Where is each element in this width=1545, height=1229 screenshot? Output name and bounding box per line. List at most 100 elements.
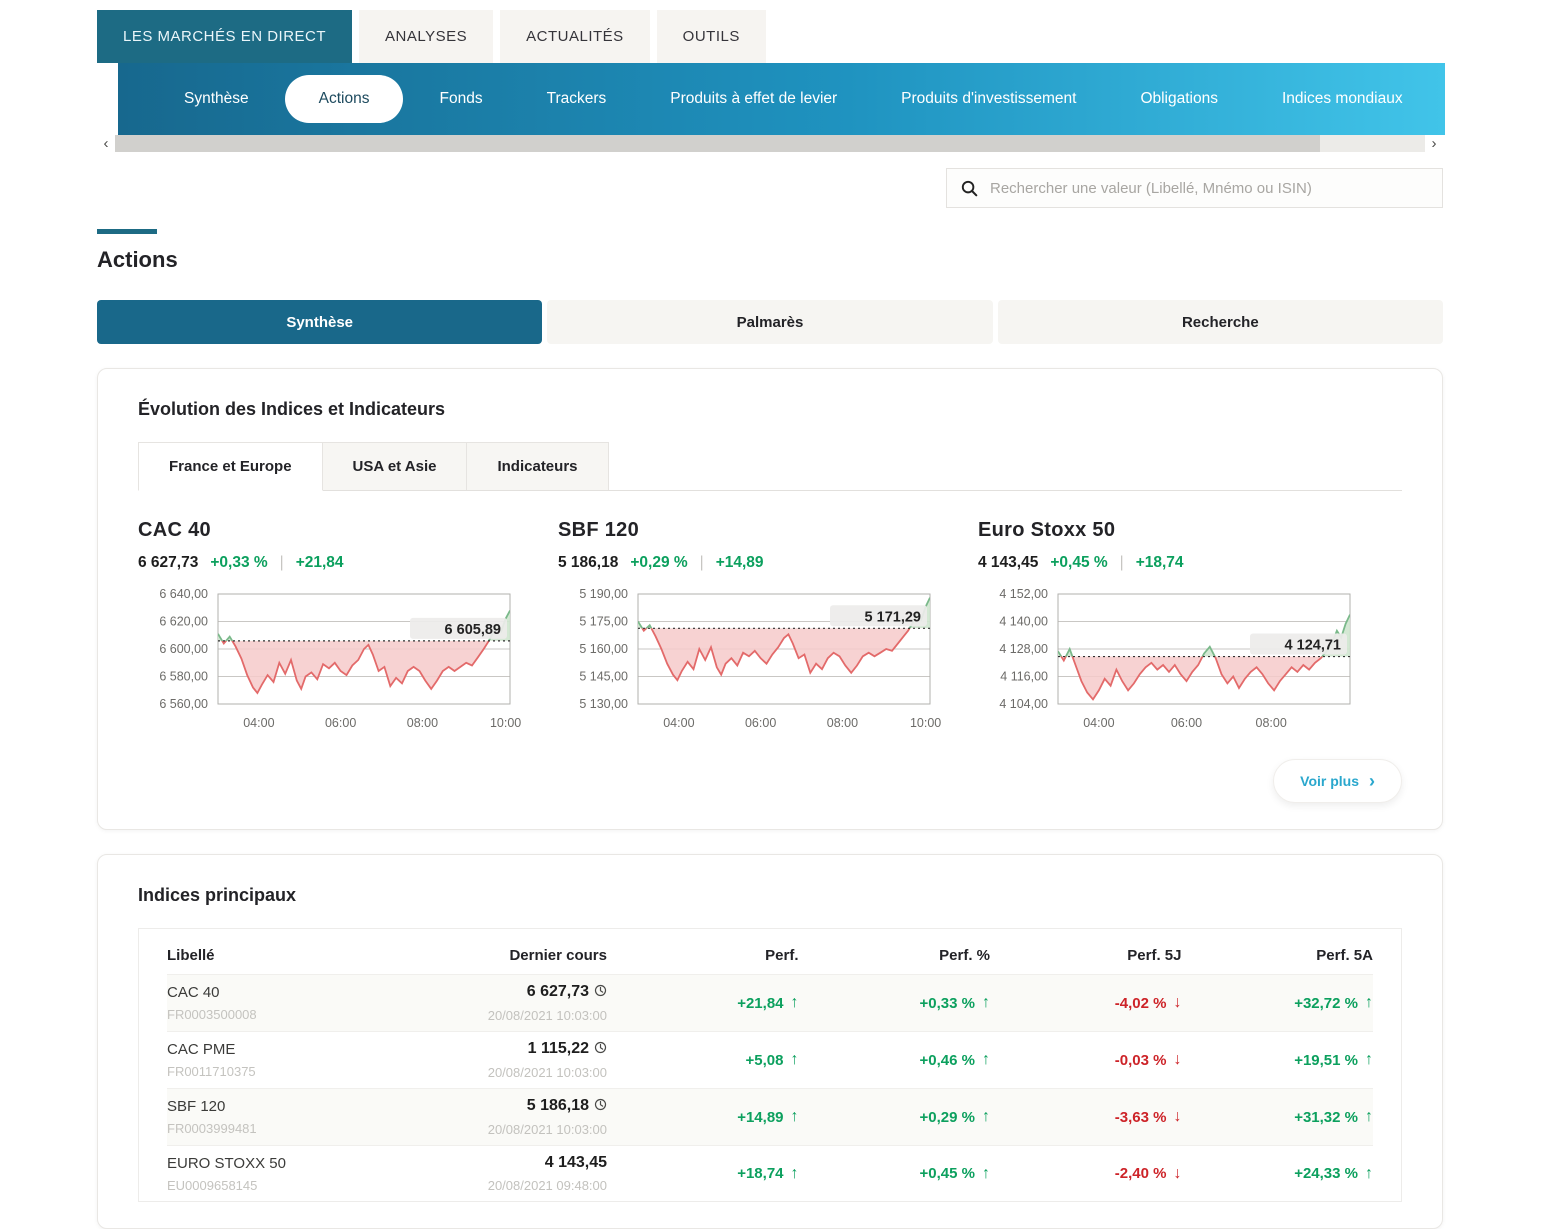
perf-absolute: +18,74 (1136, 554, 1184, 572)
svg-text:6 600,00: 6 600,00 (159, 642, 208, 656)
perf-value: +0,46 % (920, 1052, 975, 1069)
arrow-up-icon: ↑ (982, 1051, 990, 1069)
arrow-up-icon: ↑ (982, 994, 990, 1012)
subnav-item-produits-effet-levier[interactable]: Produits à effet de levier (642, 80, 865, 118)
cell-perf: +5,08 ↑ (607, 1051, 799, 1069)
index-isin: FR0003999481 (167, 1121, 447, 1136)
section-tab-synthese[interactable]: Synthèse (97, 300, 542, 344)
voir-plus-button[interactable]: Voir plus › (1273, 759, 1402, 803)
scrollbar-track[interactable] (115, 135, 1425, 152)
svg-text:4 152,00: 4 152,00 (999, 587, 1048, 601)
svg-text:4 140,00: 4 140,00 (999, 615, 1048, 629)
table-body: CAC 40FR00035000086 627,7320/08/2021 10:… (167, 974, 1373, 1201)
svg-text:6 620,00: 6 620,00 (159, 615, 208, 629)
table-row[interactable]: CAC 40FR00035000086 627,7320/08/2021 10:… (167, 974, 1373, 1031)
svg-text:6 640,00: 6 640,00 (159, 587, 208, 601)
evolution-card-title: Évolution des Indices et Indicateurs (138, 399, 1402, 420)
section-tab-recherche[interactable]: Recherche (998, 300, 1443, 344)
price-value: 5 186,18 (527, 1097, 589, 1115)
scroll-left-icon[interactable]: ‹ (97, 135, 115, 152)
cell-perf-pct: +0,45 %↑ (799, 1165, 991, 1183)
cell-perf-5a: +24,33 %↑ (1182, 1165, 1374, 1183)
arrow-up-icon: ↑ (1365, 1165, 1373, 1183)
page: LES MARCHÉS EN DIRECTANALYSESACTUALITÉSO… (97, 0, 1443, 1229)
price-line: 1 115,22 (447, 1040, 607, 1059)
region-tab-usa-et-asie[interactable]: USA et Asie (323, 442, 468, 490)
subnav-item-produits-investissement[interactable]: Produits d'investissement (873, 80, 1104, 118)
svg-text:06:00: 06:00 (745, 716, 776, 730)
arrow-up-icon: ↑ (1365, 1051, 1373, 1069)
cell-perf-pct: +0,29 %↑ (799, 1108, 991, 1126)
table-header-1: Dernier cours (447, 947, 607, 964)
main-nav-tabs: LES MARCHÉS EN DIRECTANALYSESACTUALITÉSO… (97, 0, 1443, 63)
table-header-2: Perf. (607, 947, 799, 964)
top-tab-les-marches-en-direct[interactable]: LES MARCHÉS EN DIRECT (97, 10, 352, 63)
subnav-item-actions[interactable]: Actions (285, 75, 404, 123)
cell-dernier-cours: 6 627,7320/08/2021 10:03:00 (447, 983, 607, 1023)
cell-perf-5j: -2,40 %↓ (990, 1165, 1182, 1183)
clock-icon (594, 1040, 607, 1059)
cell-perf-5j: -0,03 %↓ (990, 1051, 1182, 1069)
scrollbar-thumb[interactable] (115, 135, 1320, 152)
perf-value: +31,32 % (1294, 1109, 1358, 1126)
subnav-item-synthese[interactable]: Synthèse (156, 80, 277, 118)
svg-text:10:00: 10:00 (490, 716, 521, 730)
table-row[interactable]: EURO STOXX 50EU00096581454 143,4520/08/2… (167, 1145, 1373, 1201)
region-tab-indicateurs[interactable]: Indicateurs (467, 442, 608, 490)
svg-text:5 190,00: 5 190,00 (579, 587, 628, 601)
perf-value: -0,03 % (1115, 1052, 1167, 1069)
price-line: 5 186,18 (447, 1097, 607, 1116)
search-row (97, 168, 1443, 208)
search-input[interactable] (988, 179, 1428, 198)
price-value: 4 143,45 (545, 1154, 607, 1172)
cell-libelle: EURO STOXX 50EU0009658145 (167, 1155, 447, 1193)
svg-text:08:00: 08:00 (407, 716, 438, 730)
chart-title-cac40: CAC 40 (138, 519, 558, 542)
perf-percent: +0,45 % (1050, 554, 1107, 572)
page-title: Actions (97, 247, 1443, 273)
table-row[interactable]: CAC PMEFR00117103751 115,2220/08/2021 10… (167, 1031, 1373, 1088)
svg-text:04:00: 04:00 (1083, 716, 1114, 730)
perf-value: +0,45 % (920, 1165, 975, 1182)
arrow-down-icon: ↓ (1174, 1108, 1182, 1126)
markets-subnav: SynthèseActionsFondsTrackersProduits à e… (118, 63, 1445, 135)
separator: | (700, 554, 704, 572)
subnav-item-obligations[interactable]: Obligations (1112, 80, 1246, 118)
top-tab-outils[interactable]: OUTILS (657, 10, 766, 63)
actions-section-tabs: SynthèsePalmarèsRecherche (97, 300, 1443, 344)
perf-absolute: +21,84 (296, 554, 344, 572)
subnav-item-indices-mondiaux[interactable]: Indices mondiaux (1254, 80, 1431, 118)
arrow-up-icon: ↑ (791, 1051, 799, 1069)
perf-absolute: +14,89 (716, 554, 764, 572)
svg-text:08:00: 08:00 (827, 716, 858, 730)
perf-value: +14,89 (737, 1109, 783, 1126)
price-timestamp: 20/08/2021 10:03:00 (447, 1008, 607, 1023)
top-tab-analyses[interactable]: ANALYSES (359, 10, 493, 63)
svg-text:5 175,00: 5 175,00 (579, 615, 628, 629)
cell-perf: +14,89↑ (607, 1108, 799, 1126)
cell-libelle: CAC PMEFR0011710375 (167, 1041, 447, 1079)
svg-text:5 171,29: 5 171,29 (865, 609, 921, 625)
subnav-item-trackers[interactable]: Trackers (519, 80, 635, 118)
top-tab-actualites[interactable]: ACTUALITÉS (500, 10, 650, 63)
svg-text:4 128,00: 4 128,00 (999, 642, 1048, 656)
index-charts: CAC 40 6 627,73+0,33 %|+21,84 6 640,00 6 62… (138, 501, 1402, 741)
clock-icon (594, 1097, 607, 1116)
index-name: SBF 120 (167, 1098, 447, 1115)
arrow-up-icon: ↑ (791, 1165, 799, 1183)
perf-value: +32,72 % (1294, 995, 1358, 1012)
perf-value: +21,84 (737, 995, 783, 1012)
perf-value: +5,08 (746, 1052, 784, 1069)
svg-text:6 605,89: 6 605,89 (445, 622, 501, 638)
section-tab-palmares[interactable]: Palmarès (547, 300, 992, 344)
chart-price-row-cac40: 6 627,73+0,33 %|+21,84 (138, 554, 558, 572)
perf-value: -2,40 % (1115, 1165, 1167, 1182)
perf-value: -3,63 % (1115, 1109, 1167, 1126)
svg-text:04:00: 04:00 (663, 716, 694, 730)
svg-text:6 580,00: 6 580,00 (159, 670, 208, 684)
region-tab-france-et-europe[interactable]: France et Europe (138, 442, 323, 491)
table-header-0: Libellé (167, 947, 447, 964)
last-price: 6 627,73 (138, 554, 198, 572)
subnav-item-fonds[interactable]: Fonds (411, 80, 510, 118)
scroll-right-icon[interactable]: › (1425, 135, 1443, 152)
